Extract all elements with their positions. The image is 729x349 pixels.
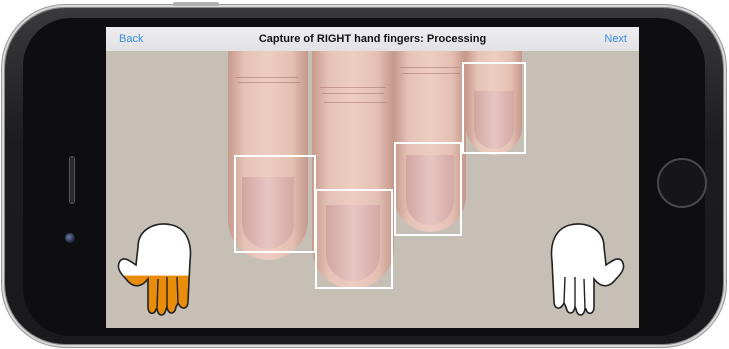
capture-frame-ring[interactable] xyxy=(394,142,462,236)
speaker-grille xyxy=(69,156,75,204)
right-hand-icon xyxy=(550,223,625,316)
front-camera xyxy=(65,233,75,243)
navigation-bar: Back Capture of RIGHT hand fingers: Proc… xyxy=(106,27,639,51)
capture-frame-little[interactable] xyxy=(462,62,526,154)
home-button[interactable] xyxy=(657,158,707,208)
power-button xyxy=(173,2,219,6)
capture-frame-index[interactable] xyxy=(234,155,316,253)
left-hand-icon xyxy=(117,223,192,316)
app-screen: Back Capture of RIGHT hand fingers: Proc… xyxy=(106,27,639,328)
page-title: Capture of RIGHT hand fingers: Processin… xyxy=(258,33,487,45)
next-button[interactable]: Next xyxy=(604,27,627,51)
capture-frame-middle[interactable] xyxy=(315,189,393,289)
